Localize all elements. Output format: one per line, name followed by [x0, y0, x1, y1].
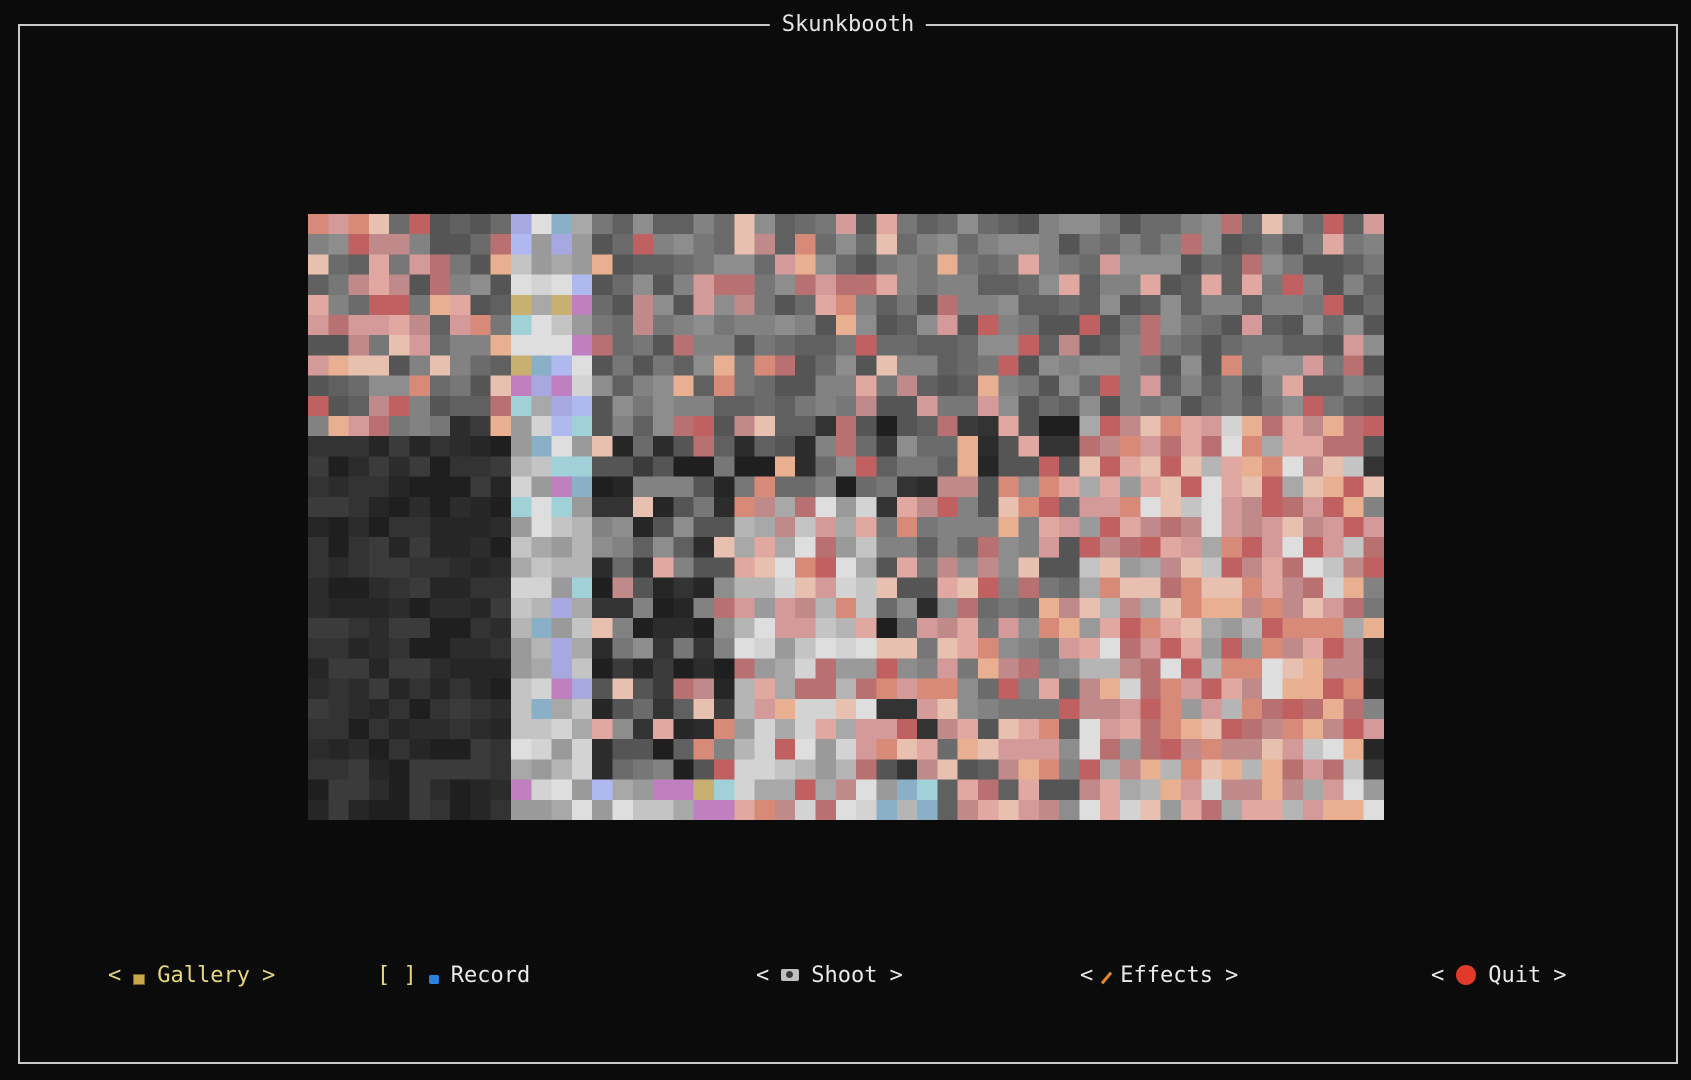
effects-open-bracket: < — [1080, 962, 1094, 988]
record-icon — [428, 974, 439, 984]
red-circle-icon — [1456, 965, 1477, 985]
gallery-button[interactable]: < Gallery > — [108, 960, 275, 990]
shoot-button[interactable]: < Shoot > — [756, 960, 903, 990]
camera-icon — [781, 969, 800, 981]
window-title: Skunkbooth — [769, 11, 927, 39]
effects-close-bracket: > — [1224, 962, 1239, 988]
magic-wand-icon — [1101, 971, 1113, 985]
gallery-label: Gallery — [157, 962, 250, 988]
quit-open-bracket: < — [1431, 962, 1445, 988]
record-label: Record — [450, 962, 531, 988]
record-checkbox-box: [ ] — [377, 962, 417, 988]
effects-label: Effects — [1120, 962, 1213, 988]
shoot-open-bracket: < — [756, 962, 770, 988]
quit-label: Quit — [1488, 962, 1542, 988]
quit-close-bracket: > — [1553, 962, 1567, 988]
camera-preview — [308, 214, 1384, 820]
record-checkbox[interactable]: [ ] Record — [377, 960, 530, 990]
effects-button[interactable]: < Effects > — [1080, 960, 1238, 990]
picture-icon — [133, 973, 146, 985]
shoot-label: Shoot — [811, 962, 878, 988]
gallery-open-bracket: < — [108, 962, 122, 988]
toolbar: < Gallery > [ ] Record < Shoot > < Effec… — [0, 960, 1691, 990]
gallery-close-bracket: > — [261, 962, 276, 988]
shoot-close-bracket: > — [889, 962, 903, 988]
quit-button[interactable]: < Quit > — [1431, 960, 1566, 990]
